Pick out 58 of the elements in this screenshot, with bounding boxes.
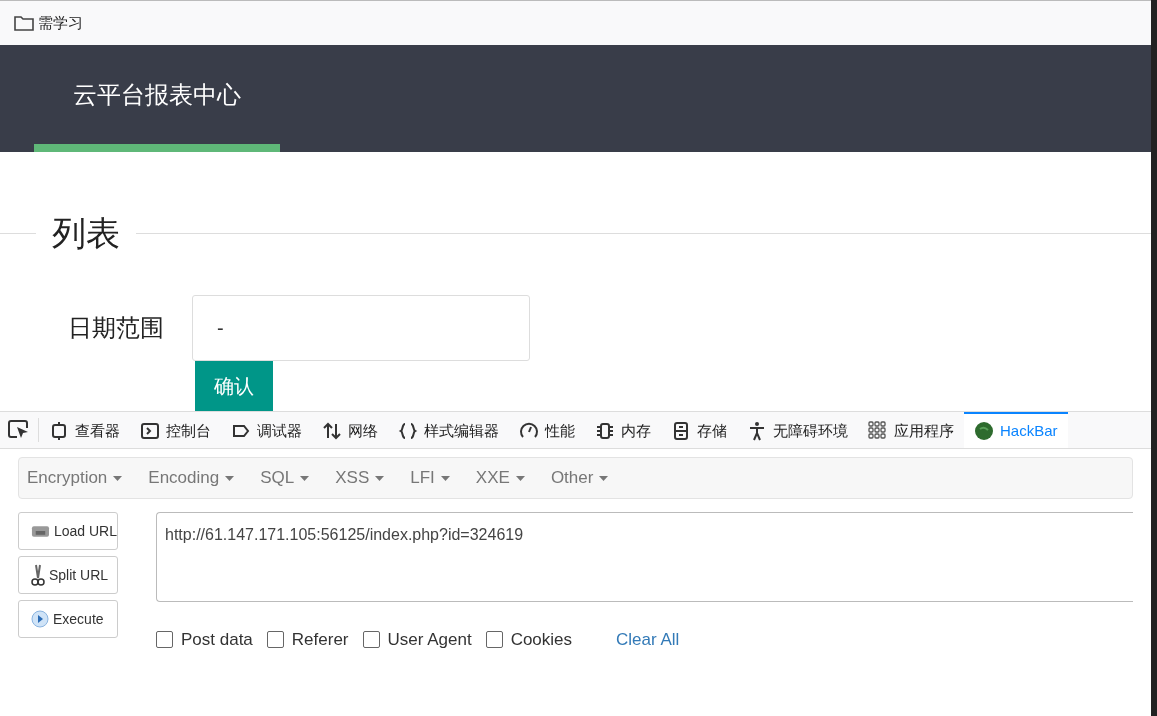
caret-icon [225, 475, 235, 481]
cabinet-icon [671, 421, 691, 441]
devtools-tab[interactable]: 网络 [312, 412, 388, 448]
devtools-tab[interactable]: 无障碍环境 [737, 412, 858, 448]
menu-dropdown[interactable]: Other [550, 465, 609, 491]
caret-icon [515, 475, 525, 481]
date-range-label: 日期范围 [68, 313, 164, 343]
devtools-tab[interactable]: 存储 [661, 412, 737, 448]
date-range-field[interactable]: - [192, 295, 530, 361]
menu-dropdown[interactable]: Encoding [148, 465, 235, 491]
drive-icon [31, 524, 50, 538]
devtools-tab[interactable]: 应用程序 [858, 412, 964, 448]
option-label: Cookies [510, 629, 573, 651]
checkbox[interactable] [156, 631, 173, 649]
bookmark-folder[interactable]: 需学习 [38, 11, 83, 35]
checkbox[interactable] [266, 631, 284, 649]
action-button[interactable]: Load URL [18, 512, 118, 550]
option-label: Referer [291, 629, 349, 651]
folder-icon [14, 15, 34, 31]
clear-all-link[interactable]: Clear All [616, 627, 680, 653]
action-button[interactable]: Split URL [18, 556, 118, 594]
arrows-icon [322, 421, 342, 441]
devtools-tab[interactable]: HackBar [964, 412, 1068, 448]
option-label: Post data [181, 629, 253, 651]
braces-icon [398, 421, 418, 441]
grid-icon [868, 421, 888, 441]
devtools-tab[interactable]: 内存 [585, 412, 661, 448]
menu-dropdown[interactable]: LFI [410, 465, 450, 491]
frame-icon [49, 421, 69, 441]
menu-dropdown[interactable]: Encryption [27, 465, 123, 491]
menu-dropdown[interactable]: XXE [475, 465, 525, 491]
action-button[interactable]: Execute [18, 600, 118, 638]
checkbox[interactable] [362, 631, 380, 649]
checkbox[interactable] [485, 631, 503, 649]
scissors-icon [31, 564, 45, 586]
caret-icon [375, 475, 385, 481]
devtools-tab[interactable]: 性能 [509, 412, 585, 448]
devtools-tab[interactable]: 样式编辑器 [388, 412, 509, 448]
devtools-tab[interactable]: 查看器 [39, 412, 130, 448]
play-icon [31, 610, 49, 628]
console-icon [140, 421, 160, 441]
menu-dropdown[interactable]: SQL [260, 465, 310, 491]
menu-dropdown[interactable]: XSS [335, 465, 385, 491]
devtools-tab[interactable]: 调试器 [221, 412, 312, 448]
header-tab[interactable]: 云平台报表中心 [34, 45, 280, 152]
caret-icon [440, 475, 450, 481]
chip-icon [595, 421, 615, 441]
url-textarea[interactable]: http://61.147.171.105:56125/index.php?id=324619 [156, 512, 1133, 602]
element-picker-icon[interactable] [8, 420, 30, 440]
confirm-button[interactable]: 确认 [195, 361, 273, 411]
person-icon [747, 421, 767, 441]
caret-icon [300, 475, 310, 481]
option-label: User Agent [387, 629, 472, 651]
devtools-tab[interactable]: 控制台 [130, 412, 221, 448]
ball-icon [974, 421, 994, 441]
section-legend: 列表 [36, 208, 136, 259]
caret-icon [113, 475, 123, 481]
caret-icon [599, 475, 609, 481]
